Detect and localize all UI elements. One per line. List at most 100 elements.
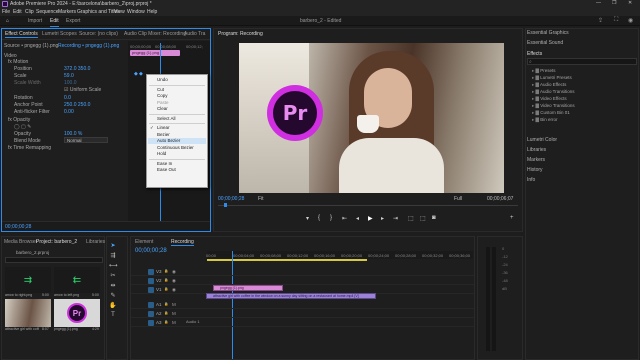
menu-sequence[interactable]: Sequence <box>36 9 59 15</box>
play-icon[interactable]: ▶ <box>368 215 373 222</box>
step-back-icon[interactable]: ◂ <box>356 215 359 222</box>
go-to-in-icon[interactable]: ⇤ <box>342 215 347 222</box>
rotation-value[interactable]: 0.0 <box>64 95 71 101</box>
thumb-logo[interactable]: Pr <box>54 299 100 327</box>
effects-folder[interactable]: ▸ ▇ Video Effects <box>532 96 567 102</box>
menu-markers[interactable]: Markers <box>58 9 76 15</box>
essential-graphics-header[interactable]: Essential Graphics <box>527 30 569 36</box>
marker-icon[interactable]: ▾ <box>306 215 309 222</box>
effects-header[interactable]: Effects <box>527 51 542 57</box>
track-label[interactable]: A2 <box>156 311 162 316</box>
effect-row-opacity[interactable]: fx Opacity <box>8 117 30 123</box>
menu-view[interactable]: View <box>114 9 125 15</box>
program-timecode[interactable]: 00;00;00;28 <box>218 196 244 202</box>
quality-select[interactable]: Full <box>454 196 462 202</box>
markers-header[interactable]: Markers <box>527 157 545 163</box>
uniform-scale-checkbox[interactable]: ☑ Uniform Scale <box>64 87 101 93</box>
effects-folder[interactable]: ▸ ▇ Audio Transitions <box>532 89 575 95</box>
lock-icon[interactable]: 🔒 <box>164 302 168 306</box>
menu-help[interactable]: Help <box>147 9 157 15</box>
track-target-toggle[interactable] <box>148 287 154 293</box>
program-scrub-head[interactable] <box>224 203 227 207</box>
mute-icon[interactable]: M <box>172 302 176 307</box>
effects-folder[interactable]: ▸ ▇ Lumetri Presets <box>532 75 572 81</box>
razor-icon[interactable]: ✂ <box>109 272 117 280</box>
effects-search-input[interactable]: ⌕ <box>527 58 637 65</box>
context-menu-item[interactable]: Continuous Bezier <box>157 145 194 150</box>
tab-import[interactable]: Import <box>28 18 42 24</box>
tab-program[interactable]: Program: Recording <box>218 31 263 37</box>
thumb-arrow-right[interactable]: ⇉ <box>5 267 51 293</box>
mute-icon[interactable]: M <box>172 320 176 325</box>
fit-select[interactable]: Fit <box>258 196 264 202</box>
tab-libraries[interactable]: Libraries <box>86 239 105 245</box>
work-area-bar[interactable] <box>207 259 367 261</box>
track-target-toggle[interactable] <box>148 302 154 308</box>
lumetri-color-header[interactable]: Lumetri Color <box>527 137 557 143</box>
mark-out-icon[interactable]: } <box>330 215 332 221</box>
clip-bar[interactable]: pngegg (1).png <box>130 50 180 56</box>
track-label[interactable]: A3 <box>156 320 162 325</box>
track-target-toggle[interactable] <box>148 311 154 317</box>
context-menu-item[interactable]: Ease Out <box>157 167 176 172</box>
menu-clip[interactable]: Clip <box>25 9 34 15</box>
context-menu-item[interactable]: Hold <box>157 151 166 156</box>
context-menu-item[interactable]: Bezier <box>157 132 170 137</box>
ripple-edit-icon[interactable]: ⟷ <box>109 262 118 270</box>
info-header[interactable]: Info <box>527 177 535 183</box>
program-video[interactable]: Pr <box>239 43 504 193</box>
menu-window[interactable]: Window <box>127 9 145 15</box>
context-menu-item[interactable]: Cut <box>157 87 164 92</box>
step-forward-icon[interactable]: ▸ <box>381 215 384 222</box>
keyframe-icon[interactable]: ◆ <box>134 71 138 77</box>
essential-sound-header[interactable]: Essential Sound <box>527 40 563 46</box>
pen-icon[interactable]: ✎ <box>109 292 117 300</box>
tab-lumetri-scopes[interactable]: Lumetri Scopes <box>42 31 77 37</box>
home-icon[interactable]: ⌂ <box>6 18 9 24</box>
selection-tool-icon[interactable]: ➤ <box>109 242 117 250</box>
menu-file[interactable]: File <box>2 9 10 15</box>
context-menu-item[interactable]: Copy <box>157 93 168 98</box>
position-value[interactable]: 372.0 350.0 <box>64 66 90 72</box>
eye-icon[interactable]: ◉ <box>172 278 176 284</box>
lift-icon[interactable]: ⬚ <box>408 215 414 222</box>
context-menu-item[interactable]: Undo <box>157 77 168 82</box>
source-label[interactable]: Source • pngegg (1).png <box>4 43 58 49</box>
effects-folder[interactable]: ▸ ▇ Bin error <box>532 117 558 123</box>
track-label[interactable]: V3 <box>156 269 162 274</box>
project-search-input[interactable] <box>5 257 103 263</box>
clip-purple[interactable]: attractive girl with coffee in the windo… <box>206 293 376 299</box>
track-label[interactable]: A1 <box>156 302 162 307</box>
tab-source[interactable]: Source: (no clips) <box>79 31 118 37</box>
anchor-value[interactable]: 250.0 250.0 <box>64 102 90 108</box>
blend-mode-select[interactable]: Normal <box>64 137 108 143</box>
context-menu-item[interactable]: Linear <box>157 125 170 130</box>
keyframe-icon[interactable]: ◆ <box>139 71 143 77</box>
hand-icon[interactable]: ✋ <box>109 302 117 310</box>
tab-audio-track[interactable]: Audio Tra <box>184 31 205 37</box>
eye-icon[interactable]: ◉ <box>172 269 176 275</box>
lock-icon[interactable]: 🔒 <box>164 278 168 282</box>
go-to-out-icon[interactable]: ⇥ <box>393 215 398 222</box>
antiflicker-value[interactable]: 0.00 <box>64 109 74 115</box>
tab-media-browser[interactable]: Media Browser <box>4 239 37 245</box>
context-menu-item[interactable]: Paste <box>157 100 169 105</box>
user-icon[interactable]: ◉ <box>628 17 633 24</box>
tab-recording[interactable]: Recording <box>171 239 194 246</box>
thumb-arrow-left[interactable]: ⇇ <box>54 267 100 293</box>
tab-export[interactable]: Export <box>66 18 80 24</box>
clip-pink[interactable]: pngegg (1).png <box>213 285 283 291</box>
context-menu-item[interactable]: Auto Bezier <box>157 138 180 143</box>
track-label[interactable]: V2 <box>156 278 162 283</box>
tab-audio-clip-mixer[interactable]: Audio Clip Mixer: Recording <box>124 31 186 37</box>
slip-icon[interactable]: ⇹ <box>109 282 117 290</box>
ec-timecode[interactable]: 00;00;00;28 <box>5 224 31 230</box>
tab-effect-controls[interactable]: Effect Controls <box>5 31 38 38</box>
effects-folder[interactable]: ▸ ▇ Video Transitions <box>532 103 575 109</box>
context-menu-item[interactable]: Ease In <box>157 161 172 166</box>
effect-row-time-remap[interactable]: fx Time Remapping <box>8 145 51 151</box>
context-menu-item[interactable]: Select All <box>157 116 176 121</box>
fullscreen-icon[interactable]: ⛶ <box>614 17 618 24</box>
history-header[interactable]: History <box>527 167 543 173</box>
program-scrub-bar[interactable] <box>218 205 518 206</box>
